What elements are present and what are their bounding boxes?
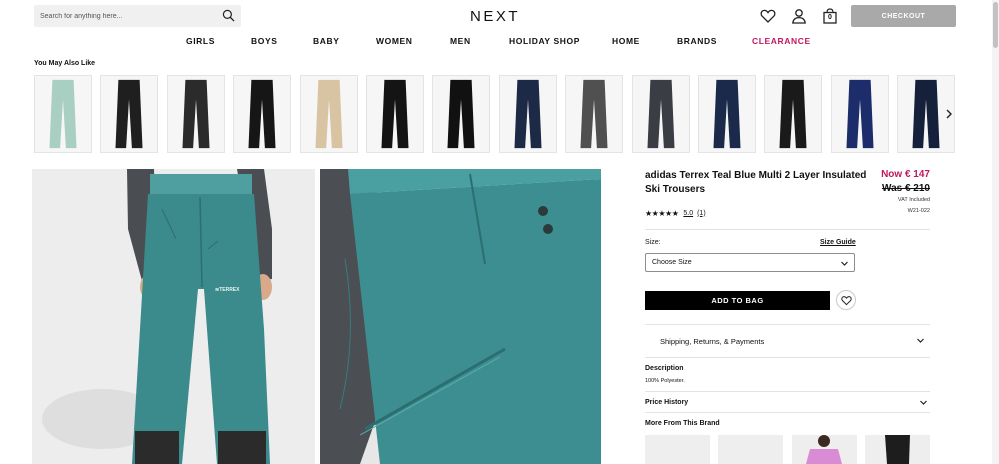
nav-item-brands[interactable]: BRANDS [677, 36, 717, 46]
next-logo[interactable]: NEXT [470, 8, 520, 25]
brand-product-tile[interactable] [792, 435, 857, 464]
carousel-product-thumb[interactable] [167, 75, 225, 153]
divider [645, 412, 930, 413]
recommendation-carousel [34, 75, 955, 154]
carousel-product-thumb[interactable] [233, 75, 291, 153]
description-title: Description [645, 365, 684, 372]
product-image-main[interactable]: ≋TERREX [32, 169, 315, 464]
price-now: Now € 147 [881, 169, 930, 180]
size-select[interactable]: Choose Size [645, 253, 855, 272]
add-to-bag-button[interactable]: ADD TO BAG [645, 291, 830, 310]
size-guide-link[interactable]: Size Guide [820, 239, 856, 246]
nav-item-holiday-shop[interactable]: HOLIDAY SHOP [509, 36, 580, 46]
favourite-button[interactable] [836, 290, 856, 310]
page-scrollbar[interactable] [992, 0, 999, 464]
brand-product-tile[interactable] [865, 435, 930, 464]
svg-text:≋TERREX: ≋TERREX [215, 287, 240, 293]
search-bar [34, 5, 241, 27]
size-select-value: Choose Size [652, 259, 692, 266]
brand-product-tile[interactable] [718, 435, 783, 464]
carousel-product-thumb[interactable] [764, 75, 822, 153]
bag-icon[interactable]: 0 [822, 8, 838, 24]
product-title: adidas Terrex Teal Blue Multi 2 Layer In… [645, 170, 867, 195]
nav-item-girls[interactable]: GIRLS [186, 36, 215, 46]
carousel-product-thumb[interactable] [499, 75, 557, 153]
carousel-product-thumb[interactable] [565, 75, 623, 153]
carousel-product-thumb[interactable] [698, 75, 756, 153]
rating-value[interactable]: 5.0 [683, 210, 693, 217]
carousel-product-thumb[interactable] [432, 75, 490, 153]
shipping-returns-toggle[interactable]: Shipping, Returns, & Payments [660, 337, 764, 346]
carousel-product-thumb[interactable] [831, 75, 889, 153]
checkout-button[interactable]: CHECKOUT [851, 5, 956, 27]
chevron-down-icon[interactable] [916, 336, 925, 345]
divider [645, 357, 930, 358]
nav-item-boys[interactable]: BOYS [251, 36, 278, 46]
product-image-detail[interactable] [320, 169, 601, 464]
site-header: NEXT 0 CHECKOUT [0, 0, 999, 32]
nav-item-baby[interactable]: BABY [313, 36, 340, 46]
heart-icon[interactable] [760, 8, 776, 24]
brand-product-tile[interactable] [645, 435, 710, 464]
search-input[interactable] [40, 8, 215, 24]
size-label: Size: [645, 239, 661, 246]
search-icon[interactable] [222, 9, 235, 22]
product-rating[interactable]: ★★★★★ 5.0 (1) [645, 208, 706, 218]
chevron-down-icon [841, 261, 848, 266]
rating-count[interactable]: (1) [697, 210, 706, 217]
carousel-product-thumb[interactable] [632, 75, 690, 153]
price-was: Was € 210 [882, 183, 930, 194]
rating-stars: ★★★★★ [645, 208, 679, 218]
chevron-down-icon[interactable] [919, 398, 928, 407]
more-from-brand-title: More From This Brand [645, 420, 720, 427]
description-text: 100% Polyester. [645, 378, 685, 384]
nav-item-women[interactable]: WOMEN [376, 36, 413, 46]
divider [645, 229, 930, 230]
product-code: W21-022 [907, 208, 930, 214]
chevron-right-icon[interactable] [944, 108, 954, 120]
account-icon[interactable] [791, 8, 807, 24]
main-nav: GIRLS BOYS BABY WOMEN MEN HOLIDAY SHOP H… [0, 34, 999, 50]
carousel-product-thumb[interactable] [300, 75, 358, 153]
vat-note: VAT Included [897, 197, 930, 203]
carousel-product-thumb[interactable] [100, 75, 158, 153]
nav-item-men[interactable]: MEN [450, 36, 471, 46]
nav-item-clearance[interactable]: CLEARANCE [752, 36, 811, 46]
heart-icon [841, 296, 852, 306]
carousel-product-thumb[interactable] [34, 75, 92, 153]
divider [645, 324, 930, 325]
nav-item-home[interactable]: HOME [612, 36, 640, 46]
price-history-toggle[interactable]: Price History [645, 399, 688, 406]
bag-count: 0 [828, 14, 832, 21]
scrollbar-thumb[interactable] [993, 2, 998, 48]
carousel-product-thumb[interactable] [366, 75, 424, 153]
divider [645, 391, 930, 392]
you-may-also-like-title: You May Also Like [34, 60, 96, 67]
